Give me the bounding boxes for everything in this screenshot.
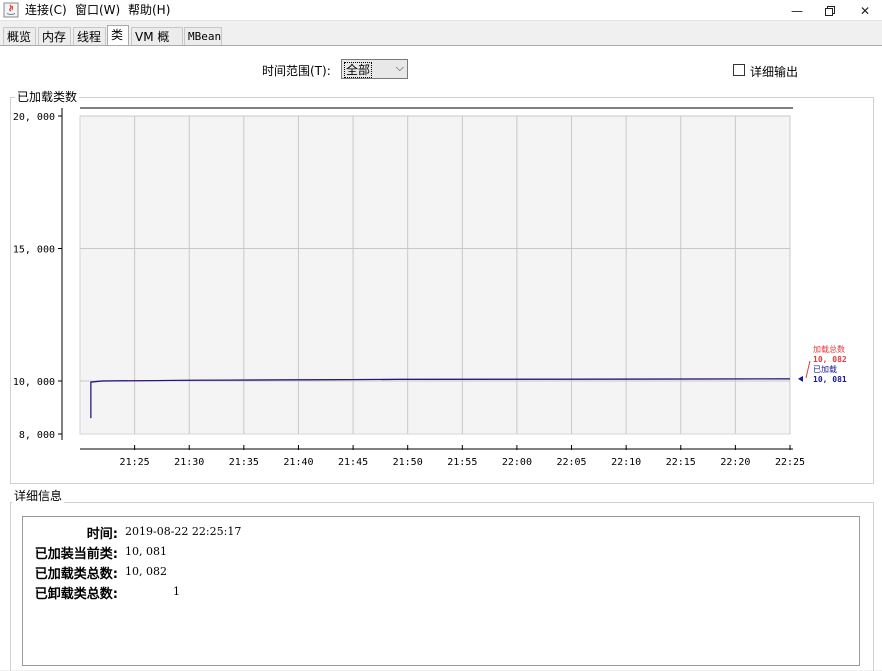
close-button[interactable]: ✕	[852, 2, 878, 20]
y-tick-label: 20, 000	[13, 112, 55, 123]
legend-loaded-value: 10, 081	[813, 375, 847, 384]
restore-icon	[825, 6, 835, 16]
tab-classes[interactable]: 类	[107, 25, 129, 46]
x-tick-label: 22:20	[720, 457, 750, 468]
detail-current-loaded-value: 10, 081	[125, 545, 167, 558]
y-tick-label: 15, 000	[13, 245, 55, 256]
detail-total-unloaded-label: 已卸载类总数:	[34, 587, 118, 602]
tab-vm-summary[interactable]: VM 概要	[131, 27, 183, 62]
x-tick-label: 21:25	[120, 457, 150, 468]
x-tick-label: 21:35	[229, 457, 259, 468]
menu-window[interactable]: 窗口(W)	[75, 2, 120, 18]
x-tick-label: 22:00	[502, 457, 532, 468]
menu-connect[interactable]: 连接(C)	[25, 2, 67, 18]
legend-loaded-label: 已加载	[813, 365, 837, 374]
plot-area	[79, 115, 791, 435]
total-loaded-connector	[805, 360, 811, 378]
loaded-value-marker-icon	[798, 375, 803, 382]
menubar: 连接(C) 窗口(W) 帮助(H) — ✕	[0, 0, 882, 21]
y-tick-label: 10, 000	[13, 377, 55, 388]
classes-tab-content: 时间范围(T): 全部 ⌵ 详细输出 已加载类数 20, 000 15, 000 1…	[0, 45, 882, 671]
restore-button[interactable]	[817, 2, 843, 20]
detail-current-loaded-label: 已加装当前类:	[34, 547, 118, 562]
details-box: 时间: 2019-08-22 22:25:17 已加装当前类: 10, 081 …	[22, 516, 860, 666]
tab-memory[interactable]: 内存	[38, 27, 71, 45]
x-tick-label: 21:30	[174, 457, 204, 468]
minimize-button[interactable]: —	[784, 2, 810, 20]
java-app-icon	[3, 2, 19, 18]
loaded-classes-chart: 20, 000 15, 000 10, 000 8, 000 21:25 21:30 21:…	[13, 107, 811, 468]
tab-mbean[interactable]: MBean	[184, 27, 222, 45]
x-tick-label: 21:55	[447, 457, 477, 468]
x-tick-label: 22:05	[556, 457, 586, 468]
detail-total-loaded-label: 已加载类总数:	[34, 567, 118, 582]
legend-total-loaded-label: 加载总数	[813, 345, 845, 354]
detail-time-label: 时间:	[86, 527, 118, 542]
detail-time-value: 2019-08-22 22:25:17	[125, 525, 242, 538]
tab-overview[interactable]: 概览	[3, 27, 36, 45]
x-tick-label: 22:10	[611, 457, 641, 468]
menu-help[interactable]: 帮助(H)	[128, 2, 170, 18]
x-tick-label: 21:40	[283, 457, 313, 468]
x-tick-label: 21:50	[393, 457, 423, 468]
tab-threads[interactable]: 线程	[73, 27, 106, 45]
tab-bar: 概览 内存 线程 类 VM 概要 MBean	[0, 25, 882, 67]
x-tick-label: 22:15	[666, 457, 696, 468]
details-title: 详细信息	[12, 489, 65, 503]
detail-total-loaded-value: 10, 082	[125, 565, 167, 578]
y-tick-label: 8, 000	[19, 430, 55, 441]
detail-total-unloaded-value: 1	[173, 585, 180, 598]
x-tick-label: 21:45	[338, 457, 368, 468]
x-tick-label: 22:25	[775, 457, 805, 468]
legend-total-loaded-value: 10, 082	[813, 355, 847, 364]
